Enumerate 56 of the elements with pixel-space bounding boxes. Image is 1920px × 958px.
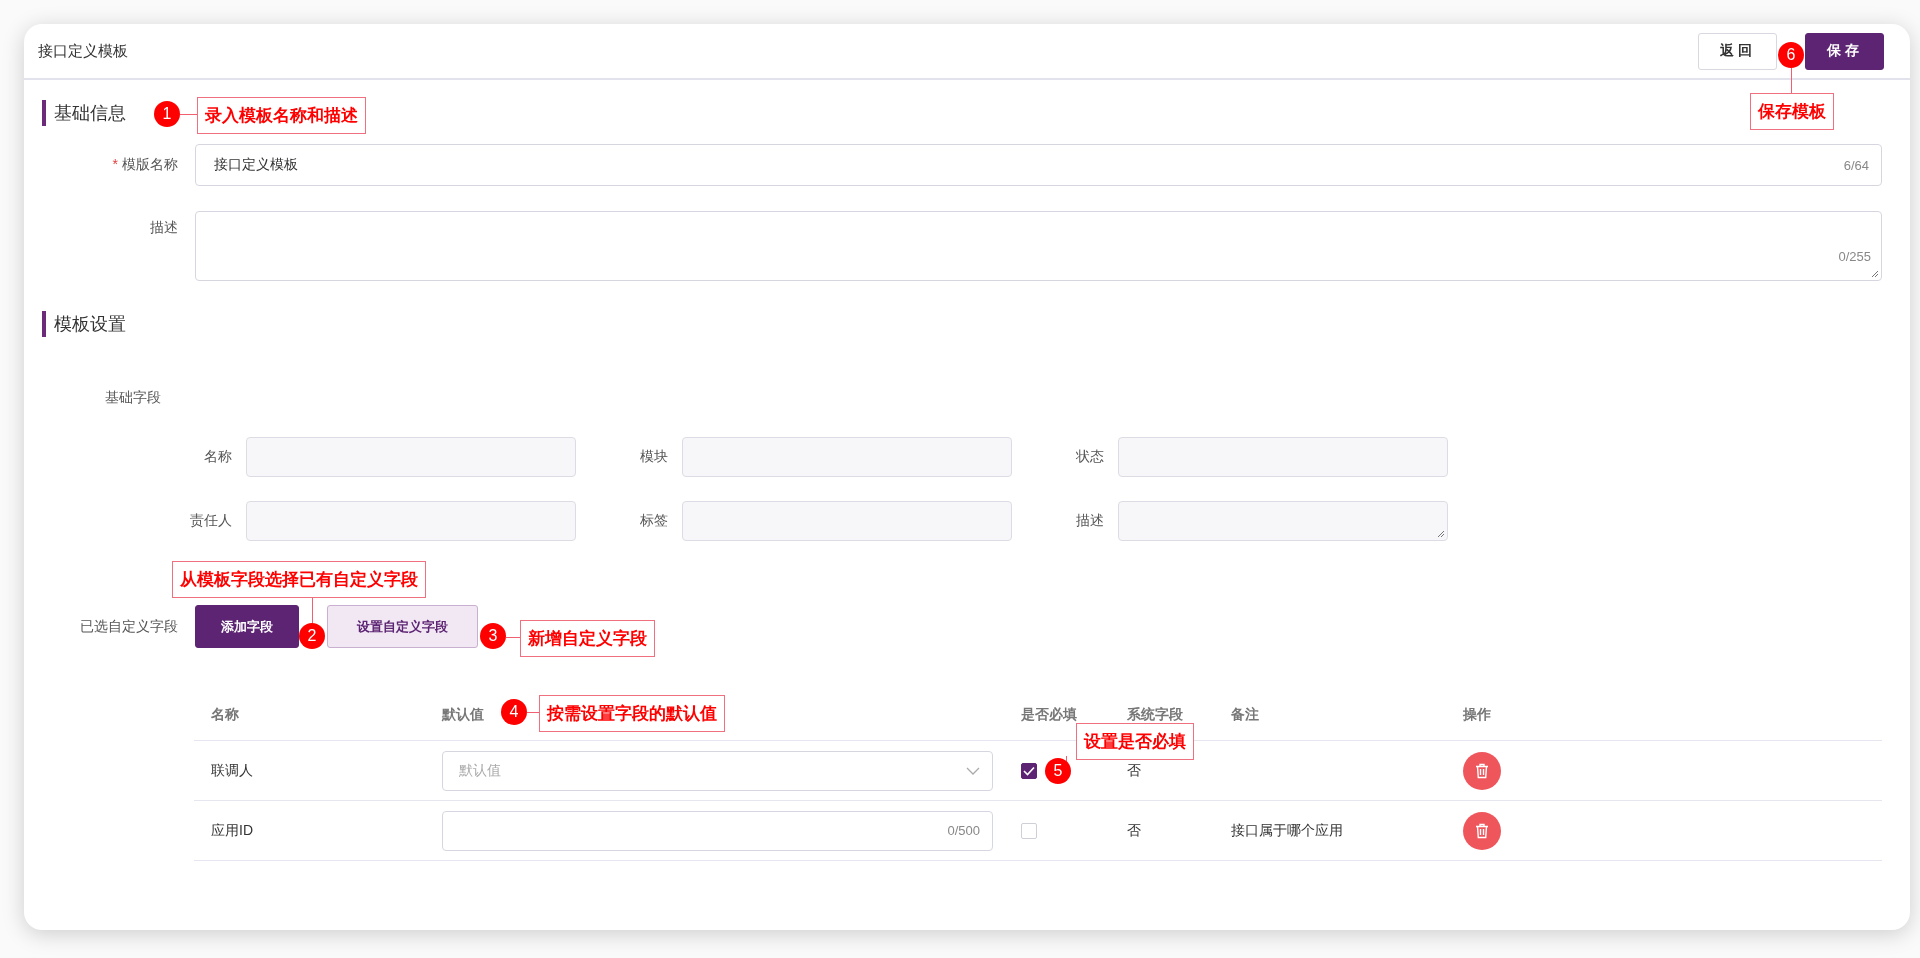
trash-icon bbox=[1475, 762, 1489, 779]
add-field-button[interactable]: 添加字段 bbox=[195, 605, 299, 648]
input-field[interactable] bbox=[682, 501, 1012, 541]
field-label: 名称 bbox=[203, 448, 233, 466]
custom-field-button[interactable]: 设置自定义字段 bbox=[327, 605, 478, 648]
leader-line bbox=[527, 712, 539, 713]
column-header: 系统字段 bbox=[1127, 706, 1183, 722]
field-label: 模块 bbox=[639, 448, 669, 466]
description-textarea[interactable]: 0/255 bbox=[195, 211, 1882, 281]
field-label: 状态 bbox=[1075, 448, 1105, 466]
column-header: 默认值 bbox=[442, 706, 484, 722]
resize-grip-icon[interactable] bbox=[1871, 270, 1879, 278]
textarea-field[interactable] bbox=[1118, 501, 1448, 541]
name-input[interactable]: 接口定义模板 6/64 bbox=[195, 144, 1882, 186]
input-field[interactable] bbox=[682, 437, 1012, 477]
field-label: 已选自定义字段 bbox=[80, 617, 178, 634]
input-field[interactable] bbox=[246, 437, 576, 477]
delete-button[interactable] bbox=[1463, 811, 1501, 850]
table-cell: 接口属于哪个应用 bbox=[1231, 821, 1343, 838]
page-title: 接口定义模板 bbox=[38, 41, 128, 61]
required-checkbox[interactable] bbox=[1021, 763, 1037, 780]
column-header: 备注 bbox=[1231, 706, 1259, 722]
table-cell: 否 bbox=[1127, 761, 1141, 778]
back-button[interactable]: 返回 bbox=[1698, 32, 1777, 70]
section-title: 模板设置 bbox=[42, 311, 1882, 337]
annotation-callout: 从模板字段选择已有自定义字段 bbox=[172, 561, 426, 598]
annotation-callout: 设置是否必填 bbox=[1076, 723, 1194, 760]
group-label: 基础字段 bbox=[105, 389, 162, 407]
input-field[interactable] bbox=[1118, 437, 1448, 477]
field-label: 模版名称 bbox=[122, 156, 178, 172]
field-label: 描述 bbox=[150, 219, 178, 235]
leader-line bbox=[506, 637, 520, 638]
trash-icon bbox=[1475, 822, 1489, 839]
field-label: 描述 bbox=[1075, 512, 1105, 530]
default-value-input[interactable]: 0/500 bbox=[442, 810, 993, 851]
chevron-down-icon bbox=[966, 766, 980, 775]
save-button[interactable]: 保存 bbox=[1805, 32, 1884, 70]
field-label: 责任人 bbox=[189, 512, 233, 530]
input-field[interactable] bbox=[246, 501, 576, 541]
field-label: 标签 bbox=[639, 512, 669, 530]
column-header: 名称 bbox=[211, 706, 239, 722]
annotation-callout: 保存模板 bbox=[1750, 93, 1834, 130]
resize-grip-icon[interactable] bbox=[1437, 530, 1445, 538]
annotation-callout: 按需设置字段的默认值 bbox=[539, 695, 725, 732]
column-header: 操作 bbox=[1463, 706, 1491, 722]
table-cell: 应用ID bbox=[211, 821, 253, 838]
table-cell: 联调人 bbox=[211, 761, 253, 778]
annotation-callout: 新增自定义字段 bbox=[520, 620, 655, 657]
annotation-callout: 录入模板名称和描述 bbox=[197, 97, 366, 134]
required-mark: * bbox=[112, 156, 118, 172]
table-cell: 否 bbox=[1127, 821, 1141, 838]
leader-line bbox=[1791, 68, 1792, 93]
column-header: 是否必填 bbox=[1021, 706, 1077, 722]
delete-button[interactable] bbox=[1463, 751, 1501, 790]
leader-line bbox=[180, 114, 197, 115]
leader-line bbox=[312, 597, 313, 623]
